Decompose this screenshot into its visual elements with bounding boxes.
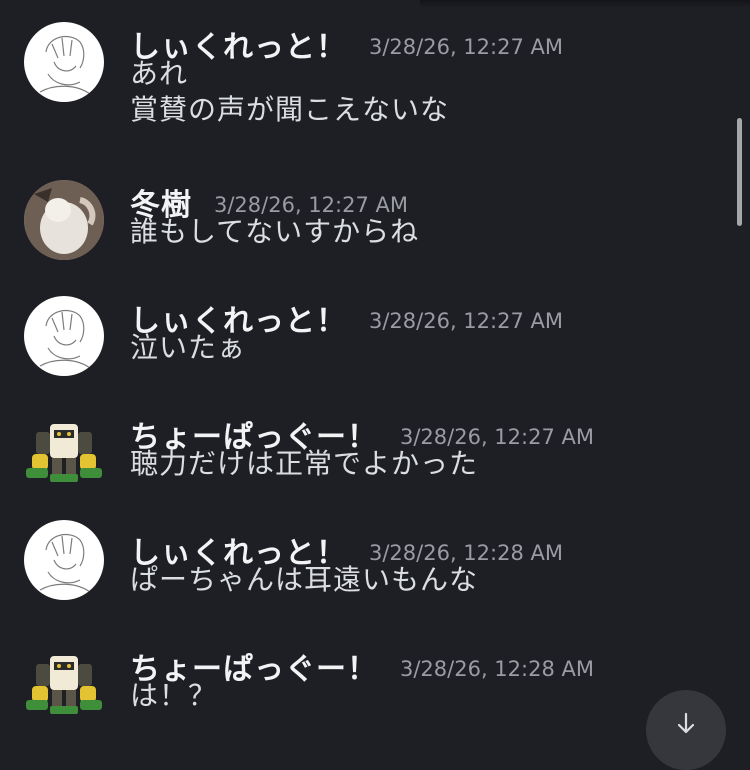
user-avatar[interactable]: [24, 520, 104, 600]
message-line: 泣いたぁ: [130, 331, 247, 364]
jump-to-present-button[interactable]: [646, 690, 726, 770]
timestamp: 3/28/26, 12:28 AM: [400, 657, 594, 681]
message-line: あれ: [130, 57, 189, 90]
scrollbar-thumb[interactable]: [737, 118, 742, 226]
sketch-avatar-icon: [39, 35, 91, 95]
message-line: は！？: [130, 679, 218, 712]
sketch-avatar-icon: [39, 309, 91, 369]
message-content: あれ 賞賛の声が聞こえないな: [130, 56, 449, 128]
message-content: 聴力だけは正常でよかった: [130, 446, 478, 482]
robot-avatar-icon: [26, 656, 102, 714]
timestamp: 3/28/26, 12:27 AM: [369, 309, 563, 333]
user-avatar[interactable]: [24, 180, 104, 260]
message-line: 賞賛の声が聞こえないな: [130, 93, 450, 126]
message-content: ぱーちゃんは耳遠いもんな: [130, 562, 478, 598]
user-avatar[interactable]: [24, 296, 104, 376]
message-content: 誰もしてないすからね: [130, 214, 419, 250]
arrow-down-icon: [677, 712, 695, 734]
user-avatar[interactable]: [24, 22, 104, 102]
user-avatar[interactable]: [24, 416, 104, 496]
sketch-avatar-icon: [39, 533, 91, 593]
user-avatar[interactable]: [24, 648, 104, 728]
message-line: 誰もしてないすからね: [130, 215, 420, 248]
robot-avatar-icon: [26, 424, 102, 482]
top-shadow: [420, 0, 750, 8]
message-line: ぱーちゃんは耳遠いもんな: [130, 563, 479, 596]
message-content: は！？: [130, 678, 217, 714]
message-line: 聴力だけは正常でよかった: [130, 447, 479, 480]
cat-avatar-icon: [24, 180, 104, 260]
message-content: 泣いたぁ: [130, 330, 246, 366]
